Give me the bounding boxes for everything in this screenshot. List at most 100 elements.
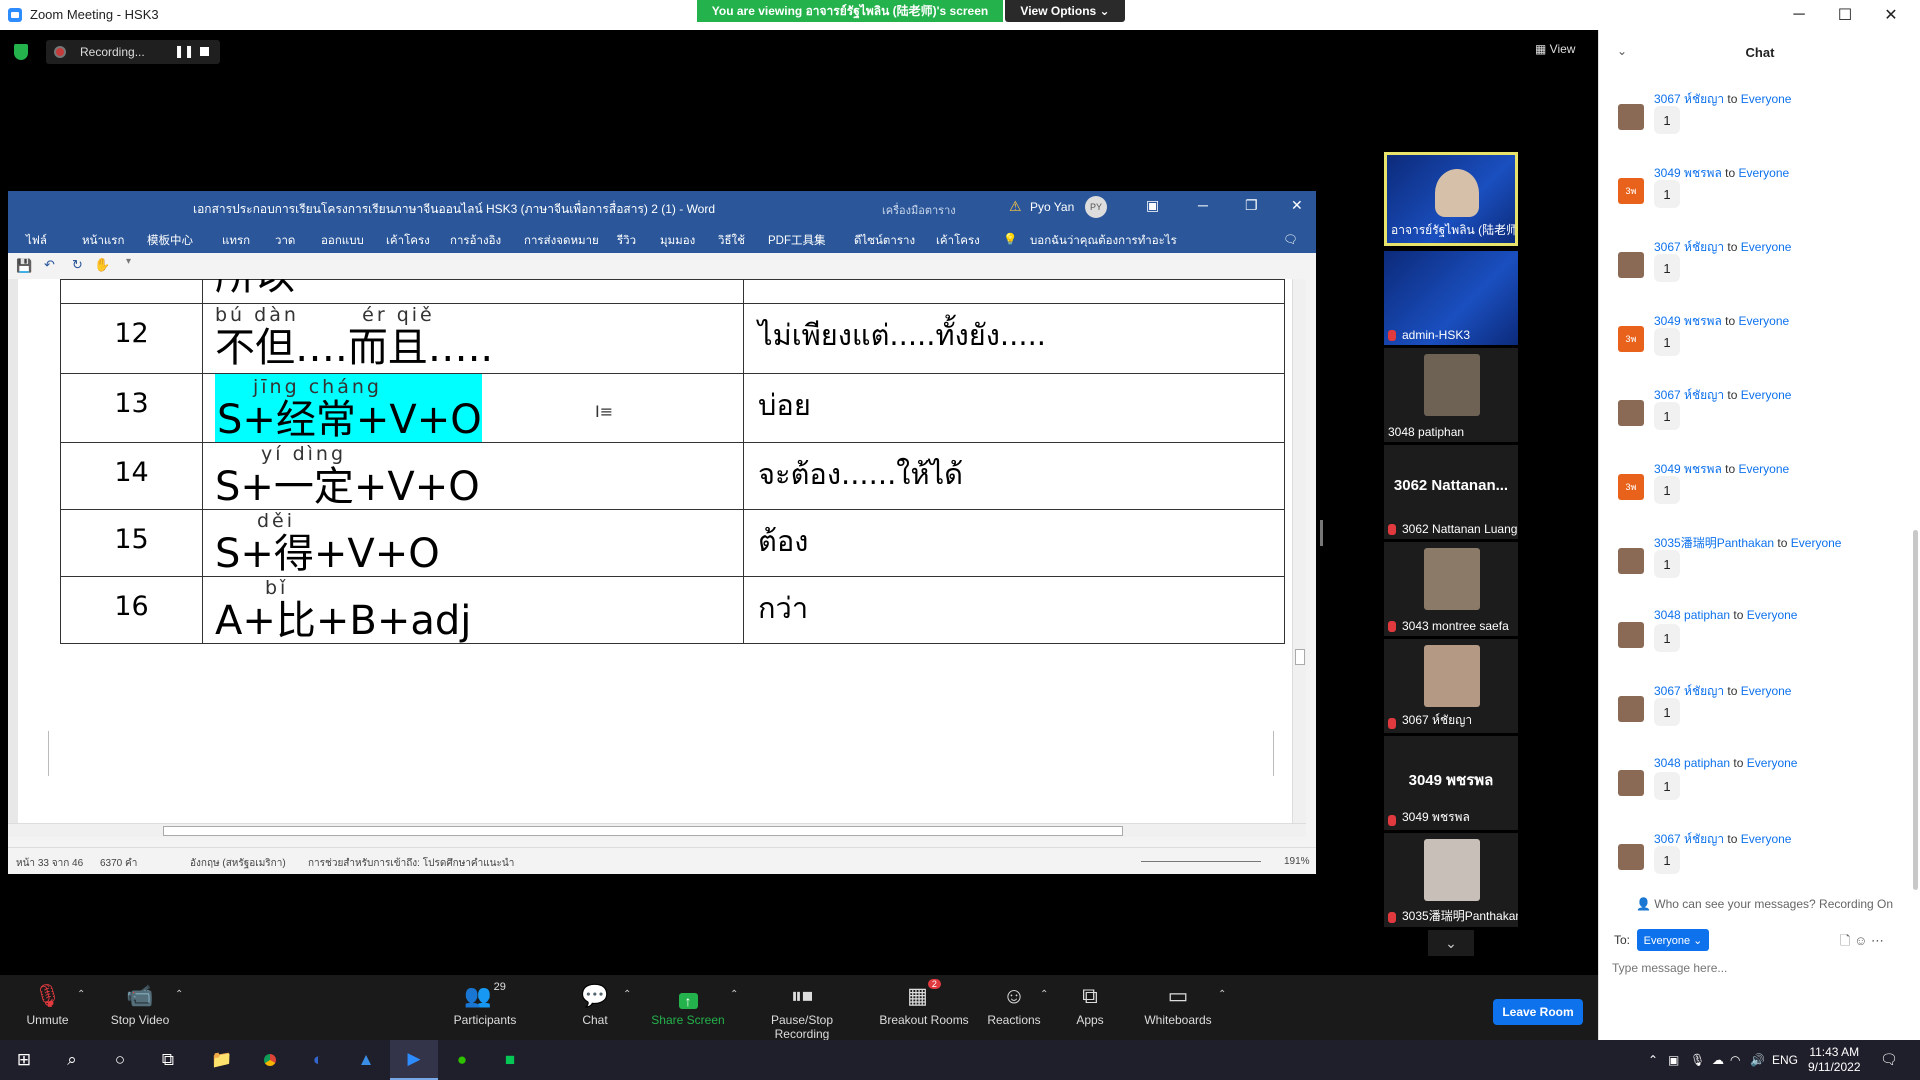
minimize-button[interactable]: ─	[1776, 0, 1822, 30]
ribbon-tab[interactable]: การอ้างอิง	[450, 232, 501, 250]
caret-up-icon[interactable]: ⌃	[623, 989, 631, 1000]
sender-name[interactable]: 3048 patiphan	[1654, 608, 1730, 622]
pause-stop-recording-button[interactable]: ⏸⏹ Pause/Stop Recording	[742, 975, 862, 1041]
ribbon-tab[interactable]: หน้าแรก	[82, 232, 124, 250]
file-icon[interactable]: 🗋	[1840, 933, 1850, 948]
view-options-button[interactable]: View Options ⌄	[1005, 0, 1125, 22]
redo-icon[interactable]: ↻	[72, 257, 83, 273]
ribbon-tab[interactable]: ดีไซน์ตาราง	[854, 232, 915, 250]
pattern-cell[interactable]: jīng cháng S+经常+V+O I≡	[202, 373, 744, 443]
edge-icon[interactable]: ◐	[294, 1040, 342, 1080]
whiteboards-button[interactable]: ▭ Whiteboards ⌃	[1140, 975, 1226, 1040]
caret-up-icon[interactable]: ⌃	[1218, 989, 1226, 1000]
video-tile[interactable]: 3035潘瑞明Panthakan	[1384, 833, 1518, 927]
view-button[interactable]: ▦ View	[1535, 42, 1575, 56]
sender-name[interactable]: 3049 พชรพล	[1654, 314, 1722, 328]
chat-input[interactable]	[1612, 961, 1902, 975]
zoom-slider[interactable]	[1141, 861, 1261, 862]
video-tile[interactable]: admin-HSK3	[1384, 251, 1518, 345]
pattern-cell[interactable]: děi S+得+V+O	[202, 509, 744, 577]
close-button[interactable]: ✕	[1868, 0, 1914, 30]
sender-name[interactable]: 3067 ห์ชัยญา	[1654, 240, 1724, 254]
ribbon-tab[interactable]: รีวิว	[617, 232, 636, 250]
message-bubble[interactable]: 1	[1654, 550, 1680, 578]
video-tile[interactable]: 3062 Nattanan... 3062 Nattanan Luang...	[1384, 445, 1518, 539]
who-can-see-link[interactable]: 👤 Who can see your messages? Recording O…	[1636, 897, 1893, 911]
windows-start-icon[interactable]: ⊞	[0, 1040, 48, 1080]
chat-button[interactable]: 💬 Chat ⌃	[575, 975, 631, 1040]
thai-meaning[interactable]: จะต้อง......ให้ได้	[743, 442, 1285, 510]
encryption-shield-icon[interactable]	[14, 44, 28, 60]
ribbon-tab[interactable]: แทรก	[222, 232, 250, 250]
language[interactable]: อังกฤษ (สหรัฐอเมริกา)	[190, 856, 286, 871]
task-view-icon[interactable]: ⧉	[144, 1040, 192, 1080]
ribbon-tab[interactable]: วิธีใช้	[718, 232, 745, 250]
message-bubble[interactable]: 1	[1654, 180, 1680, 208]
caret-up-icon[interactable]: ⌃	[1040, 989, 1048, 1000]
notifications-icon[interactable]: 🗨	[1880, 1051, 1898, 1068]
message-bubble[interactable]: 1	[1654, 476, 1680, 504]
emoji-icon[interactable]: ☺	[1854, 933, 1867, 948]
ribbon-tab[interactable]: ไฟล์	[26, 232, 47, 250]
user-avatar[interactable]: PY	[1085, 196, 1107, 218]
thai-meaning[interactable]: บ่อย	[743, 373, 1285, 443]
save-icon[interactable]: 💾	[16, 258, 32, 274]
clock[interactable]: 11:43 AM 9/11/2022	[1808, 1045, 1861, 1075]
ribbon-tab[interactable]: วาด	[275, 232, 295, 250]
sender-name[interactable]: 3048 patiphan	[1654, 756, 1730, 770]
apps-button[interactable]: ⧉ Apps	[1070, 975, 1110, 1040]
accessibility-status[interactable]: การช่วยสำหรับการเข้าถึง: โปรดศึกษาคำแนะน…	[308, 856, 514, 871]
word-count[interactable]: 6370 คำ	[100, 856, 137, 871]
ribbon-tab[interactable]: การส่งจดหมาย	[524, 232, 599, 250]
message-bubble[interactable]: 1	[1654, 328, 1680, 356]
maximize-button[interactable]: ☐	[1822, 0, 1868, 30]
video-tile-active[interactable]: อาจารย์รัฐไพลิน (陆老师)	[1384, 152, 1518, 246]
message-bubble[interactable]: 1	[1654, 772, 1680, 800]
tray-device-icon[interactable]: ▣	[1668, 1053, 1679, 1067]
pattern-cell[interactable]: bú dàn ér qiě 不但….而且…..	[202, 303, 744, 374]
sender-name[interactable]: 3067 ห์ชัยญา	[1654, 684, 1724, 698]
message-bubble[interactable]: 1	[1654, 402, 1680, 430]
ribbon-tab[interactable]: 模板中心	[147, 232, 193, 248]
chevron-down-icon[interactable]: ⌄	[1617, 44, 1627, 58]
thai-meaning[interactable]: ไม่เพียงแต่.....ทั้งยัง.....	[743, 303, 1285, 374]
message-bubble[interactable]: 1	[1654, 698, 1680, 726]
caret-up-icon[interactable]: ⌃	[175, 989, 183, 1000]
pattern-cell[interactable]: yí dìng S+一定+V+O	[202, 442, 744, 510]
file-explorer-icon[interactable]: 📁	[198, 1040, 246, 1080]
zoom-level[interactable]: 191%	[1284, 856, 1310, 867]
chrome-icon[interactable]	[246, 1040, 294, 1080]
message-bubble[interactable]: 1	[1654, 106, 1680, 134]
video-tile[interactable]: 3049 พชรพล 3049 พชรพล	[1384, 736, 1518, 830]
ribbon-tab[interactable]: เค้าโครง	[386, 232, 430, 250]
horizontal-scrollbar[interactable]	[8, 823, 1306, 837]
ribbon-tab[interactable]: ออกแบบ	[321, 232, 364, 250]
touch-mode-icon[interactable]: ✋	[94, 257, 110, 273]
ribbon-tab[interactable]: เค้าโครง	[936, 232, 980, 250]
undo-icon[interactable]: ↶	[44, 257, 55, 273]
caret-up-icon[interactable]: ⌃	[77, 989, 85, 1000]
sender-name[interactable]: 3035潘瑞明Panthakan	[1654, 536, 1774, 550]
sender-name[interactable]: 3067 ห์ชัยญา	[1654, 388, 1724, 402]
tray-mic-icon[interactable]: 🎙	[1690, 1053, 1705, 1067]
photos-icon[interactable]: ▲	[342, 1040, 390, 1080]
tell-me-box[interactable]: บอกฉันว่าคุณต้องการทำอะไร	[1030, 232, 1177, 250]
more-icon[interactable]: ⋯	[1871, 933, 1884, 948]
scroll-thumb[interactable]	[163, 826, 1123, 836]
volume-icon[interactable]: 🔊	[1750, 1053, 1765, 1067]
sender-name[interactable]: 3067 ห์ชัยญา	[1654, 832, 1724, 846]
message-bubble[interactable]: 1	[1654, 254, 1680, 282]
word-restore-icon[interactable]: ❐	[1245, 197, 1258, 214]
chat-scrollbar[interactable]	[1913, 530, 1918, 890]
thai-meaning[interactable]: กว่า	[743, 576, 1285, 644]
wifi-icon[interactable]: ◠	[1730, 1053, 1740, 1067]
line-icon[interactable]: ■	[486, 1040, 534, 1080]
ribbon-tab[interactable]: มุมมอง	[660, 232, 695, 250]
ribbon-tab[interactable]: PDF工具集	[768, 232, 826, 248]
breakout-rooms-button[interactable]: ▦ 2 Breakout Rooms	[878, 975, 970, 1040]
search-icon[interactable]: ⌕	[48, 1040, 96, 1080]
share-screen-button[interactable]: ↑ Share Screen ⌃	[650, 975, 738, 1040]
pause-recording-icon[interactable]: ❚❚	[174, 44, 194, 58]
sender-name[interactable]: 3049 พชรพล	[1654, 462, 1722, 476]
tray-chevron-icon[interactable]: ⌃	[1648, 1053, 1658, 1067]
